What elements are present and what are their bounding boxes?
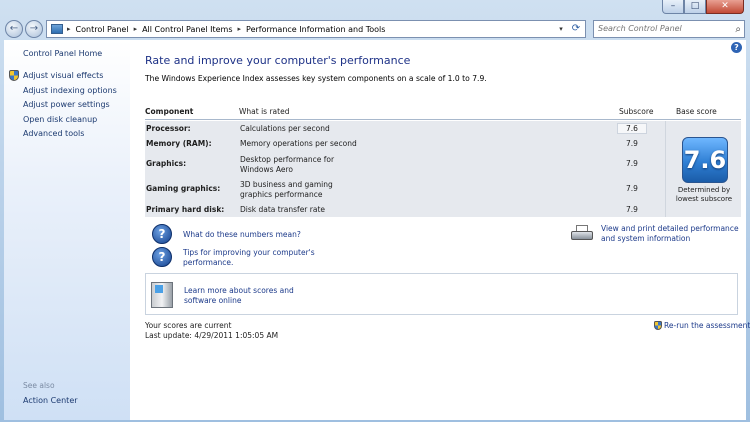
score-table: Processor: Calculations per second 7.6 M… xyxy=(145,121,741,217)
breadcrumb-separator-icon: ▸ xyxy=(237,25,242,33)
refresh-icon[interactable]: ⟳ xyxy=(569,21,583,37)
back-button[interactable]: ← xyxy=(5,20,23,38)
subscore-value: 7.9 xyxy=(626,205,638,214)
software-box-icon xyxy=(151,282,173,308)
search-box[interactable]: ⌕ xyxy=(593,20,745,38)
title-bar: – □ ✕ xyxy=(0,0,750,18)
component-name: Gaming graphics: xyxy=(146,184,221,193)
search-input[interactable] xyxy=(598,24,728,33)
page-title: Rate and improve your computer's perform… xyxy=(145,54,411,67)
column-header-what-is-rated: What is rated xyxy=(239,107,290,116)
component-name: Primary hard disk: xyxy=(146,205,225,214)
score-table-header: Component What is rated Subscore Base sc… xyxy=(145,106,741,120)
minimize-button[interactable]: – xyxy=(662,0,684,14)
help-question-icon: ? xyxy=(152,224,172,244)
maximize-button[interactable]: □ xyxy=(684,0,706,14)
uac-shield-icon xyxy=(654,321,662,330)
subscore-value: 7.9 xyxy=(626,184,638,193)
subscore-value: 7.9 xyxy=(626,159,638,168)
main-content: ? Rate and improve your computer's perfo… xyxy=(130,40,750,420)
column-header-component: Component xyxy=(145,107,194,116)
printer-body-icon xyxy=(571,231,593,240)
sidebar-item-open-disk-cleanup[interactable]: Open disk cleanup xyxy=(8,115,117,130)
sidebar-item-adjust-power-settings[interactable]: Adjust power settings xyxy=(8,100,117,115)
rated-description: Calculations per second xyxy=(240,124,330,133)
sidebar-item-label: Adjust power settings xyxy=(23,100,110,110)
rated-description: Disk data transfer rate xyxy=(240,205,326,214)
sidebar-item-advanced-tools[interactable]: Advanced tools xyxy=(8,129,117,144)
breadcrumb-performance[interactable]: Performance Information and Tools xyxy=(246,25,385,34)
column-header-base-score: Base score xyxy=(676,107,717,116)
learn-more-box: Learn more about scores and software onl… xyxy=(145,273,738,315)
learn-more-scores-link[interactable]: Learn more about scores and software onl… xyxy=(184,286,324,305)
help-question-icon: ? xyxy=(152,247,172,267)
uac-shield-icon xyxy=(9,70,19,81)
breadcrumb-all-items[interactable]: All Control Panel Items xyxy=(142,25,232,34)
column-header-subscore: Subscore xyxy=(619,107,654,116)
scores-current-text: Your scores are current xyxy=(145,321,232,330)
sidebar-item-label: Adjust indexing options xyxy=(23,85,117,95)
component-name: Processor: xyxy=(146,124,191,133)
table-row: Memory (RAM): Memory operations per seco… xyxy=(145,139,680,151)
table-row: Processor: Calculations per second 7.6 xyxy=(145,123,680,136)
base-score-caption: Determined by lowest subscore xyxy=(675,186,733,203)
forward-button[interactable]: → xyxy=(25,20,43,38)
breadcrumb-separator-icon: ▸ xyxy=(133,25,138,33)
printer-icon xyxy=(571,225,595,243)
sidebar-item-adjust-indexing-options[interactable]: Adjust indexing options xyxy=(8,86,117,101)
address-bar[interactable]: ▸ Control Panel ▸ All Control Panel Item… xyxy=(46,20,586,38)
rated-description: 3D business and gaming graphics performa… xyxy=(240,180,333,199)
subscore-value: 7.9 xyxy=(626,139,638,148)
component-name: Memory (RAM): xyxy=(146,139,212,148)
control-panel-icon xyxy=(51,24,63,34)
control-panel-home-link[interactable]: Control Panel Home xyxy=(23,49,102,58)
last-update-text: Last update: 4/29/2011 1:05:05 AM xyxy=(145,330,279,340)
sidebar-links: Adjust visual effects Adjust indexing op… xyxy=(8,70,117,144)
subscore-value: 7.6 xyxy=(617,123,647,134)
sidebar-item-label: Open disk cleanup xyxy=(23,114,98,124)
back-arrow-icon: ← xyxy=(9,23,19,34)
action-center-link[interactable]: Action Center xyxy=(23,396,78,405)
window: – □ ✕ ← → ▸ Control Panel ▸ All Control … xyxy=(0,0,750,422)
table-row: Gaming graphics: 3D business and gaming … xyxy=(145,180,680,200)
sidebar: Control Panel Home Adjust visual effects… xyxy=(4,40,130,420)
sidebar-item-label: Advanced tools xyxy=(23,129,85,139)
breadcrumb-control-panel[interactable]: Control Panel xyxy=(76,25,129,34)
table-row: Primary hard disk: Disk data transfer ra… xyxy=(145,205,680,217)
see-also-heading: See also xyxy=(23,381,55,390)
rerun-assessment-label: Re-run the assessment xyxy=(664,321,750,330)
help-icon[interactable]: ? xyxy=(731,42,742,53)
address-dropdown-icon[interactable]: ▾ xyxy=(555,21,567,37)
rated-description: Desktop performance for Windows Aero xyxy=(240,155,335,174)
component-name: Graphics: xyxy=(146,159,187,168)
table-row: Graphics: Desktop performance for Window… xyxy=(145,155,680,175)
rerun-assessment-link[interactable]: Re-run the assessment xyxy=(654,321,750,330)
window-controls: – □ ✕ xyxy=(662,0,744,14)
improve-performance-tips-link[interactable]: Tips for improving your computer's perfo… xyxy=(183,248,323,267)
sidebar-item-label: Adjust visual effects xyxy=(23,71,104,80)
breadcrumb-separator-icon: ▸ xyxy=(67,25,71,33)
what-numbers-mean-link[interactable]: What do these numbers mean? xyxy=(183,230,383,240)
forward-arrow-icon: → xyxy=(29,23,39,34)
score-status: Your scores are current Last update: 4/2… xyxy=(145,321,278,340)
navigation-bar: ← → ▸ Control Panel ▸ All Control Panel … xyxy=(0,18,750,40)
sidebar-item-adjust-visual-effects[interactable]: Adjust visual effects xyxy=(8,70,117,86)
rated-description: Memory operations per second xyxy=(240,139,357,148)
page-description: The Windows Experience Index assesses ke… xyxy=(145,74,487,83)
view-print-details-link[interactable]: View and print detailed performance and … xyxy=(601,224,743,243)
base-score-panel: 7.6 Determined by lowest subscore xyxy=(665,121,741,217)
base-score-tile: 7.6 xyxy=(682,137,728,183)
search-icon[interactable]: ⌕ xyxy=(735,22,741,38)
close-button[interactable]: ✕ xyxy=(706,0,744,14)
